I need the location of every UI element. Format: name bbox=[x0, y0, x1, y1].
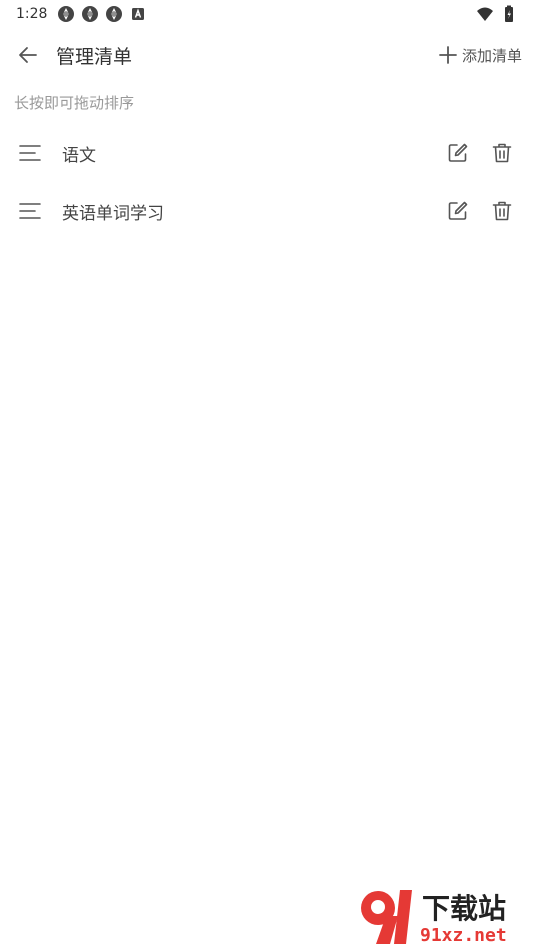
drag-handle[interactable] bbox=[18, 141, 42, 165]
wifi-icon bbox=[477, 7, 493, 21]
trash-icon bbox=[492, 201, 512, 221]
edit-icon bbox=[448, 143, 468, 162]
back-button[interactable] bbox=[14, 41, 42, 69]
watermark-9-icon bbox=[361, 891, 398, 944]
list-item-label: 语文 bbox=[62, 145, 96, 166]
drag-handle[interactable] bbox=[18, 199, 42, 223]
battery-icon bbox=[505, 5, 513, 22]
drag-sort-hint: 长按即可拖动排序 bbox=[14, 94, 135, 112]
screen: 1:28 管理清单 添加清单 长按即可拖动排序 语文 英语单词学习 下载站 91… bbox=[0, 0, 534, 950]
list-item-actions bbox=[446, 141, 514, 165]
arrow-left-icon bbox=[19, 47, 37, 63]
app-notification-icon bbox=[58, 6, 75, 22]
delete-button[interactable] bbox=[490, 141, 514, 165]
delete-button[interactable] bbox=[490, 199, 514, 223]
watermark: 下载站 91xz.net bbox=[356, 886, 526, 946]
status-icons-left bbox=[57, 5, 147, 23]
list-item[interactable]: 语文 bbox=[0, 124, 534, 182]
list-item-label: 英语单词学习 bbox=[62, 203, 164, 224]
drag-handle-icon bbox=[19, 203, 41, 219]
app-notification-icon bbox=[82, 6, 99, 22]
watermark-top-text: 下载站 bbox=[422, 892, 506, 925]
status-time: 1:28 bbox=[16, 6, 48, 22]
status-bar: 1:28 bbox=[0, 0, 534, 28]
trash-icon bbox=[492, 143, 512, 163]
list-item[interactable]: 英语单词学习 bbox=[0, 182, 534, 240]
plus-icon bbox=[439, 46, 457, 64]
watermark-bottom-text: 91xz.net bbox=[420, 925, 507, 946]
add-list-label: 添加清单 bbox=[461, 46, 522, 65]
top-app-bar: 管理清单 添加清单 bbox=[0, 30, 534, 80]
edit-button[interactable] bbox=[446, 199, 470, 223]
status-icons-right bbox=[476, 5, 518, 23]
list-item-actions bbox=[446, 199, 514, 223]
page-title: 管理清单 bbox=[56, 45, 133, 68]
edit-button[interactable] bbox=[446, 141, 470, 165]
watermark-logo: 下载站 91xz.net bbox=[361, 890, 507, 946]
app-notification-icon bbox=[106, 6, 123, 22]
keyboard-notification-icon bbox=[132, 8, 145, 20]
edit-icon bbox=[448, 201, 468, 220]
drag-handle-icon bbox=[19, 145, 41, 161]
add-list-button[interactable]: 添加清单 bbox=[438, 45, 522, 66]
list-container: 语文 英语单词学习 bbox=[0, 124, 534, 240]
